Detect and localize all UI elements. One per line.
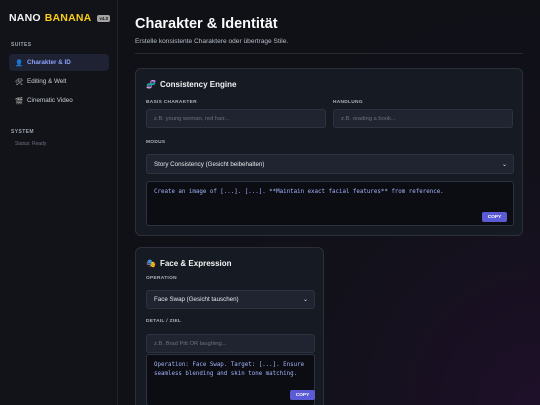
- handlung-input[interactable]: z.B. reading a book...: [333, 109, 513, 128]
- tools-icon: 🛠: [15, 78, 24, 86]
- prompt-output-text: Create an image of [...]. [...]. **Maint…: [154, 189, 444, 195]
- modus-select-value: Story Consistency (Gesicht beibehalten): [154, 160, 265, 168]
- clapperboard-icon: 🎬: [15, 97, 24, 105]
- card-title-text: Consistency Engine: [159, 80, 237, 89]
- detail-label: DETAIL / ZIEL: [146, 319, 182, 324]
- copy-button[interactable]: COPY: [290, 390, 315, 400]
- page-subtitle: Erstelle konsistente Charaktere oder übe…: [135, 38, 289, 45]
- page-title: Charakter & Identität: [135, 16, 278, 32]
- prompt-output[interactable]: Create an image of [...]. [...]. **Maint…: [146, 181, 514, 226]
- basis-character-input[interactable]: z.B. young woman, red hair...: [146, 109, 326, 128]
- detail-input[interactable]: z.B. Brad Pitt OR laughing...: [146, 334, 315, 353]
- sidebar-item-cinematic-video[interactable]: 🎬 Cinematic Video: [9, 92, 109, 109]
- header-divider: [135, 53, 523, 54]
- version-badge: v4.0: [97, 14, 111, 22]
- modus-select[interactable]: Story Consistency (Gesicht beibehalten) …: [146, 154, 514, 174]
- operation-select-value: Face Swap (Gesicht tauschen): [154, 296, 239, 303]
- consistency-engine-card: 🧬 Consistency Engine BASIS CHARAKTER z.B…: [135, 68, 523, 236]
- sidebar-item-charakter-id[interactable]: 👤 Charakter & ID: [9, 54, 109, 71]
- card-title: 🎭 Face & Expression: [146, 259, 232, 268]
- operation-label: OPERATION: [146, 276, 177, 281]
- face-prompt-output-text: Operation: Face Swap. Target: [...]. Ens…: [154, 362, 305, 377]
- masks-icon: 🎭: [146, 259, 156, 268]
- logo-part-banana: BANANA: [44, 12, 92, 24]
- card-title: 🧬 Consistency Engine: [146, 80, 236, 89]
- sidebar-section-suites: SUITES: [11, 42, 32, 48]
- handlung-label: HANDLUNG: [333, 100, 363, 105]
- basis-character-label: BASIS CHARAKTER: [146, 100, 197, 105]
- user-icon: 👤: [15, 59, 24, 67]
- main-content: Charakter & Identität Erstelle konsisten…: [118, 0, 540, 405]
- sidebar-item-label: Charakter & ID: [27, 59, 71, 66]
- sidebar: NANO BANANA v4.0 SUITES 👤 Charakter & ID…: [0, 0, 118, 405]
- sidebar-item-label: Editing & Welt: [27, 78, 67, 85]
- sidebar-item-label: Cinematic Video: [27, 97, 73, 104]
- chevron-down-icon: ⌄: [302, 297, 308, 303]
- face-expression-card: 🎭 Face & Expression OPERATION Face Swap …: [135, 247, 324, 405]
- chevron-down-icon: ⌄: [501, 161, 507, 168]
- dna-icon: 🧬: [146, 80, 156, 89]
- status-text: Status: Ready: [15, 141, 47, 147]
- logo-part-nano: NANO: [9, 12, 41, 24]
- modus-label: MODUS: [146, 140, 166, 145]
- copy-button[interactable]: COPY: [482, 212, 507, 222]
- sidebar-item-editing-welt[interactable]: 🛠 Editing & Welt: [9, 73, 109, 90]
- operation-select[interactable]: Face Swap (Gesicht tauschen) ⌄: [146, 290, 315, 309]
- sidebar-section-system: SYSTEM: [11, 129, 34, 135]
- card-title-text: Face & Expression: [159, 259, 232, 268]
- logo: NANO BANANA v4.0: [9, 12, 111, 24]
